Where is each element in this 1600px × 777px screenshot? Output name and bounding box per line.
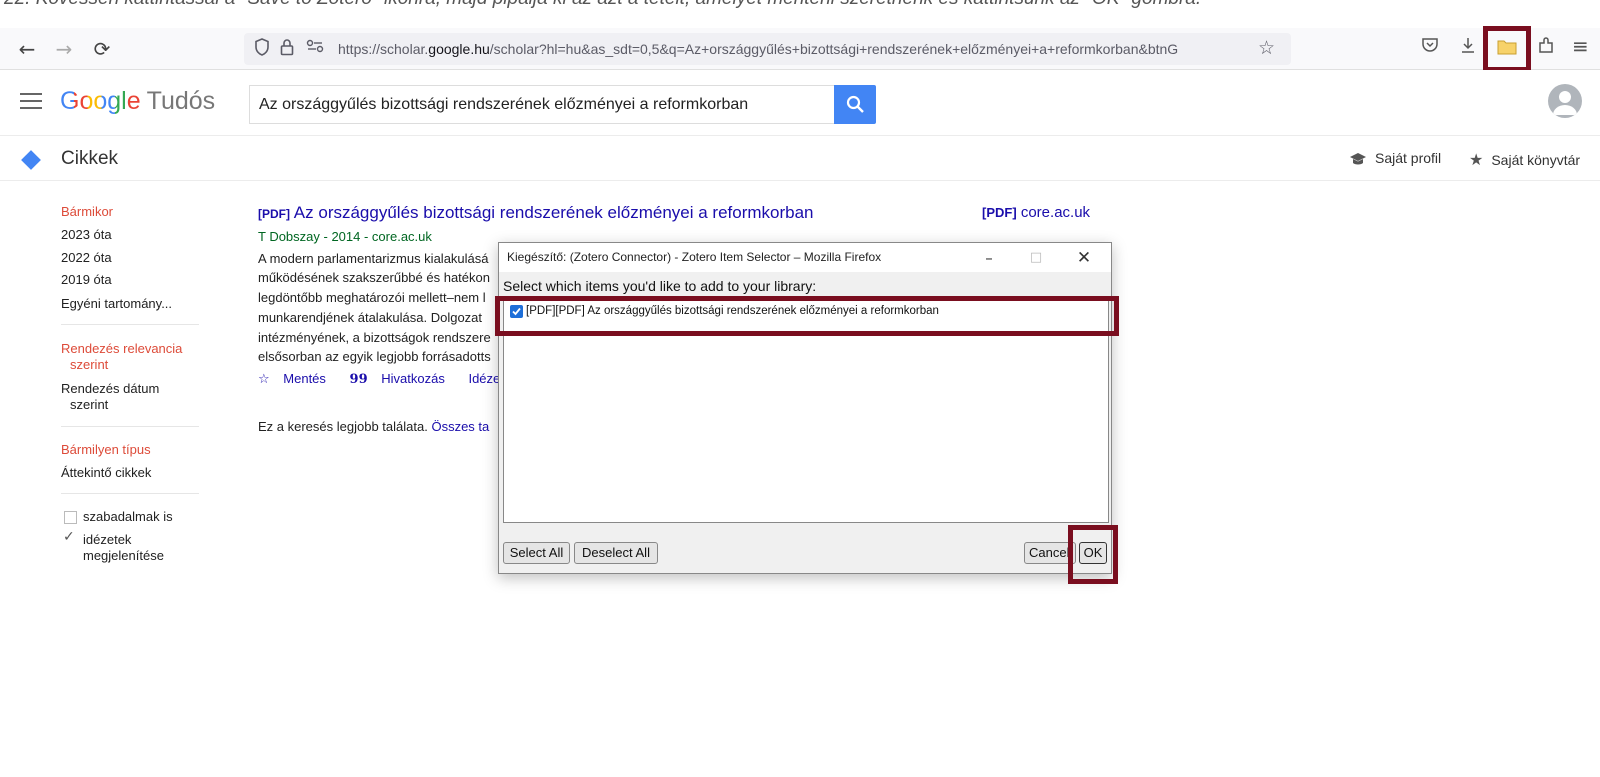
best-result-note: Ez a keresés legjobb találata. Összes ta (258, 419, 489, 434)
browser-toolbar: ← → ⟳ https://scholar.google.hu/scholar?… (0, 26, 1600, 72)
citations-line1: idézetek (83, 532, 132, 547)
my-library-label: Saját könyvtár (1491, 152, 1581, 168)
star-icon: ★ (1469, 150, 1484, 169)
snippet-line: elsősorban az egyik legjobb forrásadotts (258, 349, 491, 364)
patents-label[interactable]: szabadalmak is (83, 509, 173, 525)
search-input[interactable] (250, 86, 820, 123)
save-label: Mentés (283, 371, 326, 386)
time-filter-2019[interactable]: 2019 óta (61, 272, 112, 288)
search-button[interactable] (834, 85, 876, 124)
sort-date-line2: szerint (70, 397, 109, 412)
search-icon (846, 95, 864, 113)
time-filter-2023[interactable]: 2023 óta (61, 227, 112, 243)
sidebar-divider (61, 493, 199, 494)
type-filter-review[interactable]: Áttekintő cikkek (61, 465, 151, 481)
instruction-caption: 22. Kövessen kattintással a "Save to Zot… (4, 0, 1201, 10)
all-results-link[interactable]: Összes ta (431, 419, 489, 434)
result-actions: ☆ Mentés 99 Hivatkozás Idézetek s (258, 371, 538, 387)
pdf-source-text: core.ac.uk (1020, 204, 1091, 221)
avatar[interactable] (1548, 84, 1582, 118)
section-bar: Cikkek Saját profil ★ Saját könyvtár (0, 137, 1600, 181)
snippet-line: A modern parlamentarizmus kialakulásá (258, 251, 489, 266)
bookmark-star-icon[interactable]: ☆ (1258, 37, 1275, 59)
sort-date[interactable]: Rendezés dátum szerint (61, 381, 159, 413)
save-star-icon: ☆ (258, 372, 270, 387)
pocket-icon[interactable] (1421, 36, 1439, 59)
item-highlight (495, 296, 1119, 336)
my-library-link[interactable]: ★ Saját könyvtár (1469, 150, 1580, 169)
type-filter-any[interactable]: Bármilyen típus (61, 442, 151, 458)
save-link[interactable]: ☆ Mentés (258, 371, 336, 387)
my-profile-link[interactable]: Saját profil (1349, 150, 1441, 166)
result-pdf-tag: [PDF] (258, 207, 290, 221)
permissions-icon[interactable] (306, 38, 324, 58)
forward-arrow-icon[interactable]: → (51, 36, 77, 62)
reload-icon[interactable]: ⟳ (89, 36, 115, 62)
extensions-icon[interactable] (1537, 36, 1555, 59)
citations-checkbox-checked-icon[interactable]: ✓ (63, 529, 75, 545)
sort-relevance-line2: szerint (70, 357, 109, 372)
time-filter-2022[interactable]: 2022 óta (61, 250, 112, 266)
graduation-cap-icon (1350, 153, 1366, 165)
sort-relevance[interactable]: Rendezés relevancia szerint (61, 341, 182, 373)
zotero-item-selector-dialog: Kiegészítő: (Zotero Connector) - Zotero … (498, 242, 1112, 574)
result-meta: T Dobszay - 2014 - core.ac.uk (258, 229, 432, 244)
cikkek-diamond-icon (21, 150, 41, 170)
select-all-button[interactable]: Select All (503, 542, 570, 564)
sort-relevance-line1: Rendezés relevancia (61, 341, 183, 356)
sidebar-divider (61, 426, 199, 427)
citations-label[interactable]: idézetek megjelenítése (83, 532, 164, 564)
ok-highlight (1068, 525, 1118, 584)
menu-icon[interactable]: ≡ (1572, 34, 1589, 58)
result-title-link[interactable]: [PDF] Az országgyűlés bizottsági rendsze… (258, 203, 814, 223)
dialog-prompt: Select which items you'd like to add to … (503, 278, 817, 294)
time-filter-custom[interactable]: Egyéni tartomány... (61, 296, 172, 312)
maximize-icon[interactable]: □ (1016, 245, 1056, 271)
sort-date-line1: Rendezés dátum (61, 381, 160, 396)
snippet-line: működésének szakszerűbbé és hatékon (258, 270, 490, 285)
lock-icon[interactable] (280, 38, 294, 60)
hamburger-menu-icon[interactable] (20, 93, 42, 114)
citations-line2: megjelenítése (83, 548, 164, 563)
url-text[interactable]: https://scholar.google.hu/scholar?hl=hu&… (338, 41, 1178, 57)
best-result-text: Ez a keresés legjobb találata. (258, 419, 428, 434)
google-scholar-logo[interactable]: Google Tudós (60, 87, 215, 116)
logo-google: Google (60, 87, 141, 115)
time-filter-any[interactable]: Bármikor (61, 204, 113, 220)
search-box[interactable] (249, 85, 834, 124)
my-profile-label: Saját profil (1375, 150, 1442, 166)
snippet-line: intézményének, a bizottságok rendszere (258, 330, 491, 345)
deselect-all-button[interactable]: Deselect All (574, 542, 658, 564)
close-icon[interactable]: ✕ (1064, 245, 1104, 271)
url-bar[interactable]: https://scholar.google.hu/scholar?hl=hu&… (244, 33, 1291, 65)
cite-link[interactable]: 99 Hivatkozás (349, 371, 455, 387)
snippet-line: munkarendjének átalakulása. Dolgozat (258, 310, 483, 325)
cite-label: Hivatkozás (381, 371, 445, 386)
result-title-text: Az országgyűlés bizottsági rendszerének … (293, 203, 814, 222)
save-to-zotero-folder-icon[interactable] (1497, 39, 1517, 60)
sidebar-divider (61, 324, 199, 325)
dialog-title: Kiegészítő: (Zotero Connector) - Zotero … (507, 250, 882, 264)
snippet-line: legdöntőbb meghatározói mellett–nem l (258, 290, 486, 305)
patents-checkbox[interactable] (64, 511, 77, 524)
section-title: Cikkek (61, 148, 119, 169)
dialog-titlebar: Kiegészítő: (Zotero Connector) - Zotero … (499, 243, 1111, 272)
downloads-icon[interactable] (1459, 36, 1477, 59)
back-arrow-icon[interactable]: ← (14, 36, 40, 62)
pdf-source-link[interactable]: [PDF] core.ac.uk (982, 204, 1090, 221)
logo-tudos: Tudós (146, 87, 216, 115)
pdf-source-tag: [PDF] (982, 205, 1017, 220)
quote-icon: 99 (349, 372, 368, 387)
scholar-header: Google Tudós (0, 70, 1600, 136)
minimize-icon[interactable]: – (969, 245, 1009, 271)
shield-icon[interactable] (254, 38, 270, 60)
